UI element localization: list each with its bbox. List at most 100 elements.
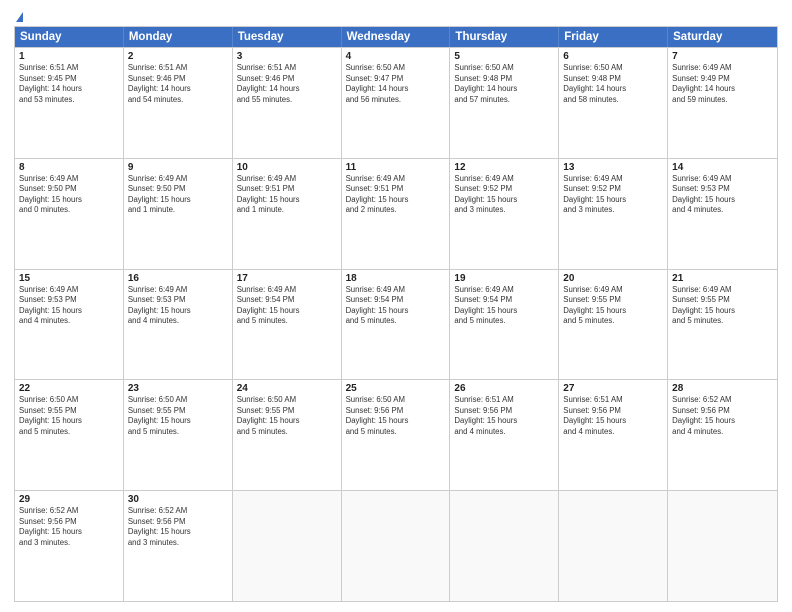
cell-info: Sunrise: 6:49 AM Sunset: 9:54 PM Dayligh… bbox=[454, 285, 554, 327]
cell-day-number: 23 bbox=[128, 383, 228, 394]
cell-info: Sunrise: 6:49 AM Sunset: 9:53 PM Dayligh… bbox=[672, 174, 773, 216]
cal-cell: 6Sunrise: 6:50 AM Sunset: 9:48 PM Daylig… bbox=[559, 48, 668, 158]
cal-cell: 26Sunrise: 6:51 AM Sunset: 9:56 PM Dayli… bbox=[450, 380, 559, 490]
cell-info: Sunrise: 6:50 AM Sunset: 9:48 PM Dayligh… bbox=[563, 63, 663, 105]
cal-cell: 16Sunrise: 6:49 AM Sunset: 9:53 PM Dayli… bbox=[124, 270, 233, 380]
cell-info: Sunrise: 6:51 AM Sunset: 9:46 PM Dayligh… bbox=[128, 63, 228, 105]
cell-day-number: 1 bbox=[19, 51, 119, 62]
cell-info: Sunrise: 6:49 AM Sunset: 9:49 PM Dayligh… bbox=[672, 63, 773, 105]
cell-info: Sunrise: 6:50 AM Sunset: 9:48 PM Dayligh… bbox=[454, 63, 554, 105]
cell-day-number: 13 bbox=[563, 162, 663, 173]
cal-cell: 20Sunrise: 6:49 AM Sunset: 9:55 PM Dayli… bbox=[559, 270, 668, 380]
col-header-friday: Friday bbox=[559, 27, 668, 47]
cell-day-number: 7 bbox=[672, 51, 773, 62]
cell-day-number: 10 bbox=[237, 162, 337, 173]
col-header-monday: Monday bbox=[124, 27, 233, 47]
cal-cell: 17Sunrise: 6:49 AM Sunset: 9:54 PM Dayli… bbox=[233, 270, 342, 380]
cell-info: Sunrise: 6:49 AM Sunset: 9:55 PM Dayligh… bbox=[563, 285, 663, 327]
cell-day-number: 22 bbox=[19, 383, 119, 394]
col-header-wednesday: Wednesday bbox=[342, 27, 451, 47]
cell-info: Sunrise: 6:49 AM Sunset: 9:50 PM Dayligh… bbox=[19, 174, 119, 216]
cell-day-number: 9 bbox=[128, 162, 228, 173]
cell-info: Sunrise: 6:51 AM Sunset: 9:45 PM Dayligh… bbox=[19, 63, 119, 105]
cell-day-number: 4 bbox=[346, 51, 446, 62]
week-3: 22Sunrise: 6:50 AM Sunset: 9:55 PM Dayli… bbox=[15, 379, 777, 490]
calendar-header: SundayMondayTuesdayWednesdayThursdayFrid… bbox=[15, 27, 777, 47]
cell-day-number: 24 bbox=[237, 383, 337, 394]
cal-cell bbox=[450, 491, 559, 601]
cell-day-number: 28 bbox=[672, 383, 773, 394]
logo-triangle-icon bbox=[16, 12, 23, 22]
cell-day-number: 5 bbox=[454, 51, 554, 62]
cal-cell: 29Sunrise: 6:52 AM Sunset: 9:56 PM Dayli… bbox=[15, 491, 124, 601]
calendar: SundayMondayTuesdayWednesdayThursdayFrid… bbox=[14, 26, 778, 602]
cal-cell: 24Sunrise: 6:50 AM Sunset: 9:55 PM Dayli… bbox=[233, 380, 342, 490]
cell-day-number: 15 bbox=[19, 273, 119, 284]
cell-day-number: 30 bbox=[128, 494, 228, 505]
cell-info: Sunrise: 6:49 AM Sunset: 9:55 PM Dayligh… bbox=[672, 285, 773, 327]
cell-day-number: 14 bbox=[672, 162, 773, 173]
cal-cell: 21Sunrise: 6:49 AM Sunset: 9:55 PM Dayli… bbox=[668, 270, 777, 380]
cal-cell: 30Sunrise: 6:52 AM Sunset: 9:56 PM Dayli… bbox=[124, 491, 233, 601]
cal-cell: 3Sunrise: 6:51 AM Sunset: 9:46 PM Daylig… bbox=[233, 48, 342, 158]
logo bbox=[14, 10, 23, 22]
cal-cell: 1Sunrise: 6:51 AM Sunset: 9:45 PM Daylig… bbox=[15, 48, 124, 158]
cell-info: Sunrise: 6:51 AM Sunset: 9:46 PM Dayligh… bbox=[237, 63, 337, 105]
cal-cell: 14Sunrise: 6:49 AM Sunset: 9:53 PM Dayli… bbox=[668, 159, 777, 269]
cell-info: Sunrise: 6:50 AM Sunset: 9:55 PM Dayligh… bbox=[128, 395, 228, 437]
cal-cell: 11Sunrise: 6:49 AM Sunset: 9:51 PM Dayli… bbox=[342, 159, 451, 269]
cal-cell: 9Sunrise: 6:49 AM Sunset: 9:50 PM Daylig… bbox=[124, 159, 233, 269]
cal-cell bbox=[559, 491, 668, 601]
cal-cell: 13Sunrise: 6:49 AM Sunset: 9:52 PM Dayli… bbox=[559, 159, 668, 269]
cell-info: Sunrise: 6:49 AM Sunset: 9:50 PM Dayligh… bbox=[128, 174, 228, 216]
cal-cell: 23Sunrise: 6:50 AM Sunset: 9:55 PM Dayli… bbox=[124, 380, 233, 490]
cell-info: Sunrise: 6:50 AM Sunset: 9:56 PM Dayligh… bbox=[346, 395, 446, 437]
cell-day-number: 6 bbox=[563, 51, 663, 62]
cal-cell: 28Sunrise: 6:52 AM Sunset: 9:56 PM Dayli… bbox=[668, 380, 777, 490]
week-0: 1Sunrise: 6:51 AM Sunset: 9:45 PM Daylig… bbox=[15, 47, 777, 158]
cell-day-number: 11 bbox=[346, 162, 446, 173]
col-header-saturday: Saturday bbox=[668, 27, 777, 47]
cell-day-number: 21 bbox=[672, 273, 773, 284]
cell-info: Sunrise: 6:49 AM Sunset: 9:51 PM Dayligh… bbox=[237, 174, 337, 216]
col-header-tuesday: Tuesday bbox=[233, 27, 342, 47]
cell-info: Sunrise: 6:49 AM Sunset: 9:52 PM Dayligh… bbox=[563, 174, 663, 216]
calendar-body: 1Sunrise: 6:51 AM Sunset: 9:45 PM Daylig… bbox=[15, 47, 777, 601]
cell-day-number: 18 bbox=[346, 273, 446, 284]
cal-cell: 15Sunrise: 6:49 AM Sunset: 9:53 PM Dayli… bbox=[15, 270, 124, 380]
cell-info: Sunrise: 6:49 AM Sunset: 9:54 PM Dayligh… bbox=[237, 285, 337, 327]
cell-info: Sunrise: 6:50 AM Sunset: 9:47 PM Dayligh… bbox=[346, 63, 446, 105]
cal-cell: 5Sunrise: 6:50 AM Sunset: 9:48 PM Daylig… bbox=[450, 48, 559, 158]
page: SundayMondayTuesdayWednesdayThursdayFrid… bbox=[0, 0, 792, 612]
cal-cell: 7Sunrise: 6:49 AM Sunset: 9:49 PM Daylig… bbox=[668, 48, 777, 158]
cell-info: Sunrise: 6:49 AM Sunset: 9:54 PM Dayligh… bbox=[346, 285, 446, 327]
cell-day-number: 12 bbox=[454, 162, 554, 173]
cell-info: Sunrise: 6:49 AM Sunset: 9:53 PM Dayligh… bbox=[128, 285, 228, 327]
cell-info: Sunrise: 6:50 AM Sunset: 9:55 PM Dayligh… bbox=[237, 395, 337, 437]
cell-info: Sunrise: 6:49 AM Sunset: 9:51 PM Dayligh… bbox=[346, 174, 446, 216]
cal-cell: 22Sunrise: 6:50 AM Sunset: 9:55 PM Dayli… bbox=[15, 380, 124, 490]
cell-info: Sunrise: 6:49 AM Sunset: 9:53 PM Dayligh… bbox=[19, 285, 119, 327]
cell-day-number: 2 bbox=[128, 51, 228, 62]
cell-info: Sunrise: 6:50 AM Sunset: 9:55 PM Dayligh… bbox=[19, 395, 119, 437]
cell-day-number: 17 bbox=[237, 273, 337, 284]
cal-cell bbox=[233, 491, 342, 601]
cell-day-number: 8 bbox=[19, 162, 119, 173]
cal-cell: 4Sunrise: 6:50 AM Sunset: 9:47 PM Daylig… bbox=[342, 48, 451, 158]
cell-info: Sunrise: 6:52 AM Sunset: 9:56 PM Dayligh… bbox=[19, 506, 119, 548]
cell-day-number: 19 bbox=[454, 273, 554, 284]
cell-info: Sunrise: 6:51 AM Sunset: 9:56 PM Dayligh… bbox=[563, 395, 663, 437]
cell-day-number: 27 bbox=[563, 383, 663, 394]
cal-cell: 2Sunrise: 6:51 AM Sunset: 9:46 PM Daylig… bbox=[124, 48, 233, 158]
cal-cell bbox=[342, 491, 451, 601]
cal-cell: 12Sunrise: 6:49 AM Sunset: 9:52 PM Dayli… bbox=[450, 159, 559, 269]
cell-day-number: 3 bbox=[237, 51, 337, 62]
cal-cell: 18Sunrise: 6:49 AM Sunset: 9:54 PM Dayli… bbox=[342, 270, 451, 380]
cal-cell: 8Sunrise: 6:49 AM Sunset: 9:50 PM Daylig… bbox=[15, 159, 124, 269]
cell-info: Sunrise: 6:51 AM Sunset: 9:56 PM Dayligh… bbox=[454, 395, 554, 437]
week-2: 15Sunrise: 6:49 AM Sunset: 9:53 PM Dayli… bbox=[15, 269, 777, 380]
cell-day-number: 20 bbox=[563, 273, 663, 284]
cal-cell bbox=[668, 491, 777, 601]
cell-day-number: 16 bbox=[128, 273, 228, 284]
col-header-thursday: Thursday bbox=[450, 27, 559, 47]
